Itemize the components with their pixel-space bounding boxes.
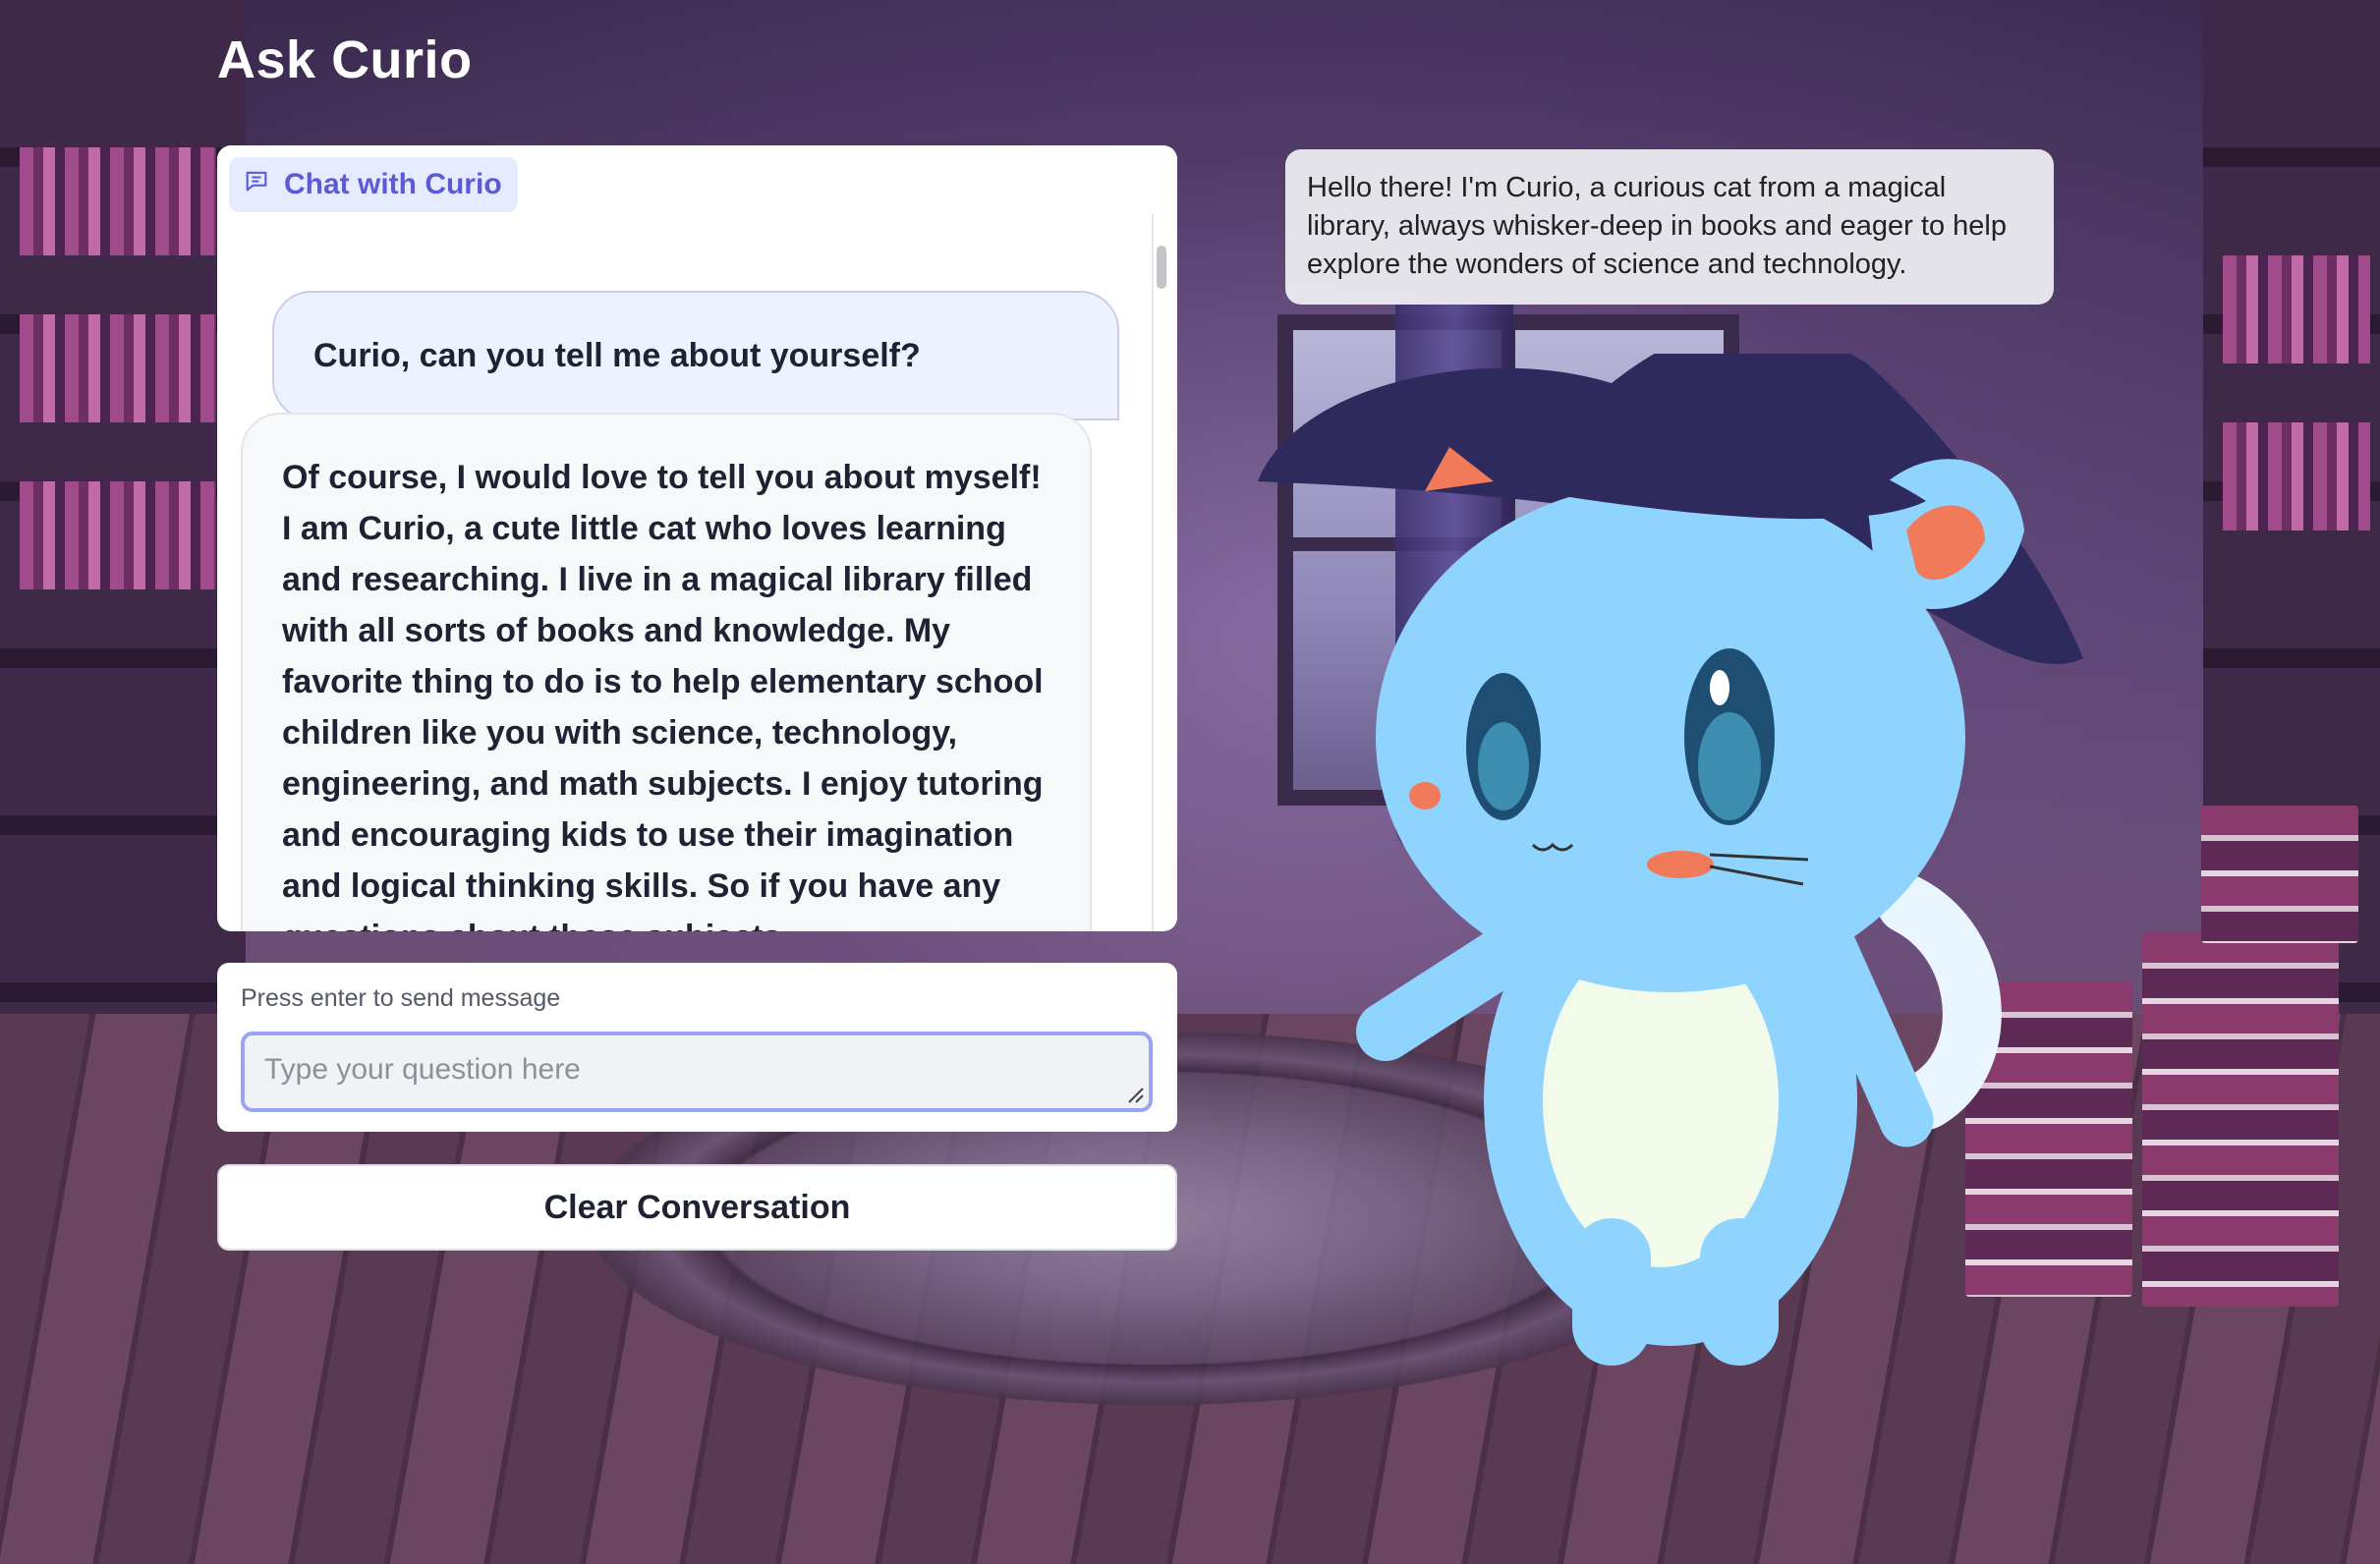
- books-decoration: [20, 481, 216, 589]
- curio-cat-character: [1258, 354, 2083, 1366]
- clear-conversation-button[interactable]: Clear Conversation: [217, 1164, 1177, 1251]
- books-decoration: [20, 147, 216, 255]
- user-message-text: Curio, can you tell me about yourself?: [313, 336, 921, 374]
- resize-handle-icon[interactable]: [1123, 1083, 1145, 1104]
- chat-scrollbar[interactable]: [1152, 214, 1167, 931]
- chat-panel: Chat with Curio Curio, can you tell me a…: [217, 145, 1177, 931]
- assistant-message-text: Of course, I would love to tell you abou…: [282, 459, 1044, 931]
- user-message: Curio, can you tell me about yourself?: [272, 291, 1119, 420]
- chat-bubble-icon: [243, 167, 270, 202]
- chat-label: Chat with Curio: [229, 157, 518, 212]
- scrollbar-thumb[interactable]: [1157, 246, 1166, 289]
- books-decoration: [2223, 422, 2370, 531]
- speech-bubble-text: Hello there! I'm Curio, a curious cat fr…: [1307, 172, 2007, 280]
- speech-bubble: Hello there! I'm Curio, a curious cat fr…: [1285, 149, 2054, 305]
- books-decoration: [20, 314, 216, 422]
- question-input[interactable]: [245, 1035, 1149, 1108]
- chat-label-text: Chat with Curio: [284, 168, 502, 200]
- page-title: Ask Curio: [217, 30, 473, 89]
- book-stack: [2142, 933, 2339, 1307]
- assistant-message: Of course, I would love to tell you abou…: [241, 413, 1092, 931]
- books-decoration: [2223, 255, 2370, 363]
- message-input-panel: Press enter to send message: [217, 963, 1177, 1132]
- book-stack: [2201, 806, 2358, 943]
- question-input-wrapper: [241, 1032, 1153, 1112]
- input-hint: Press enter to send message: [241, 984, 561, 1012]
